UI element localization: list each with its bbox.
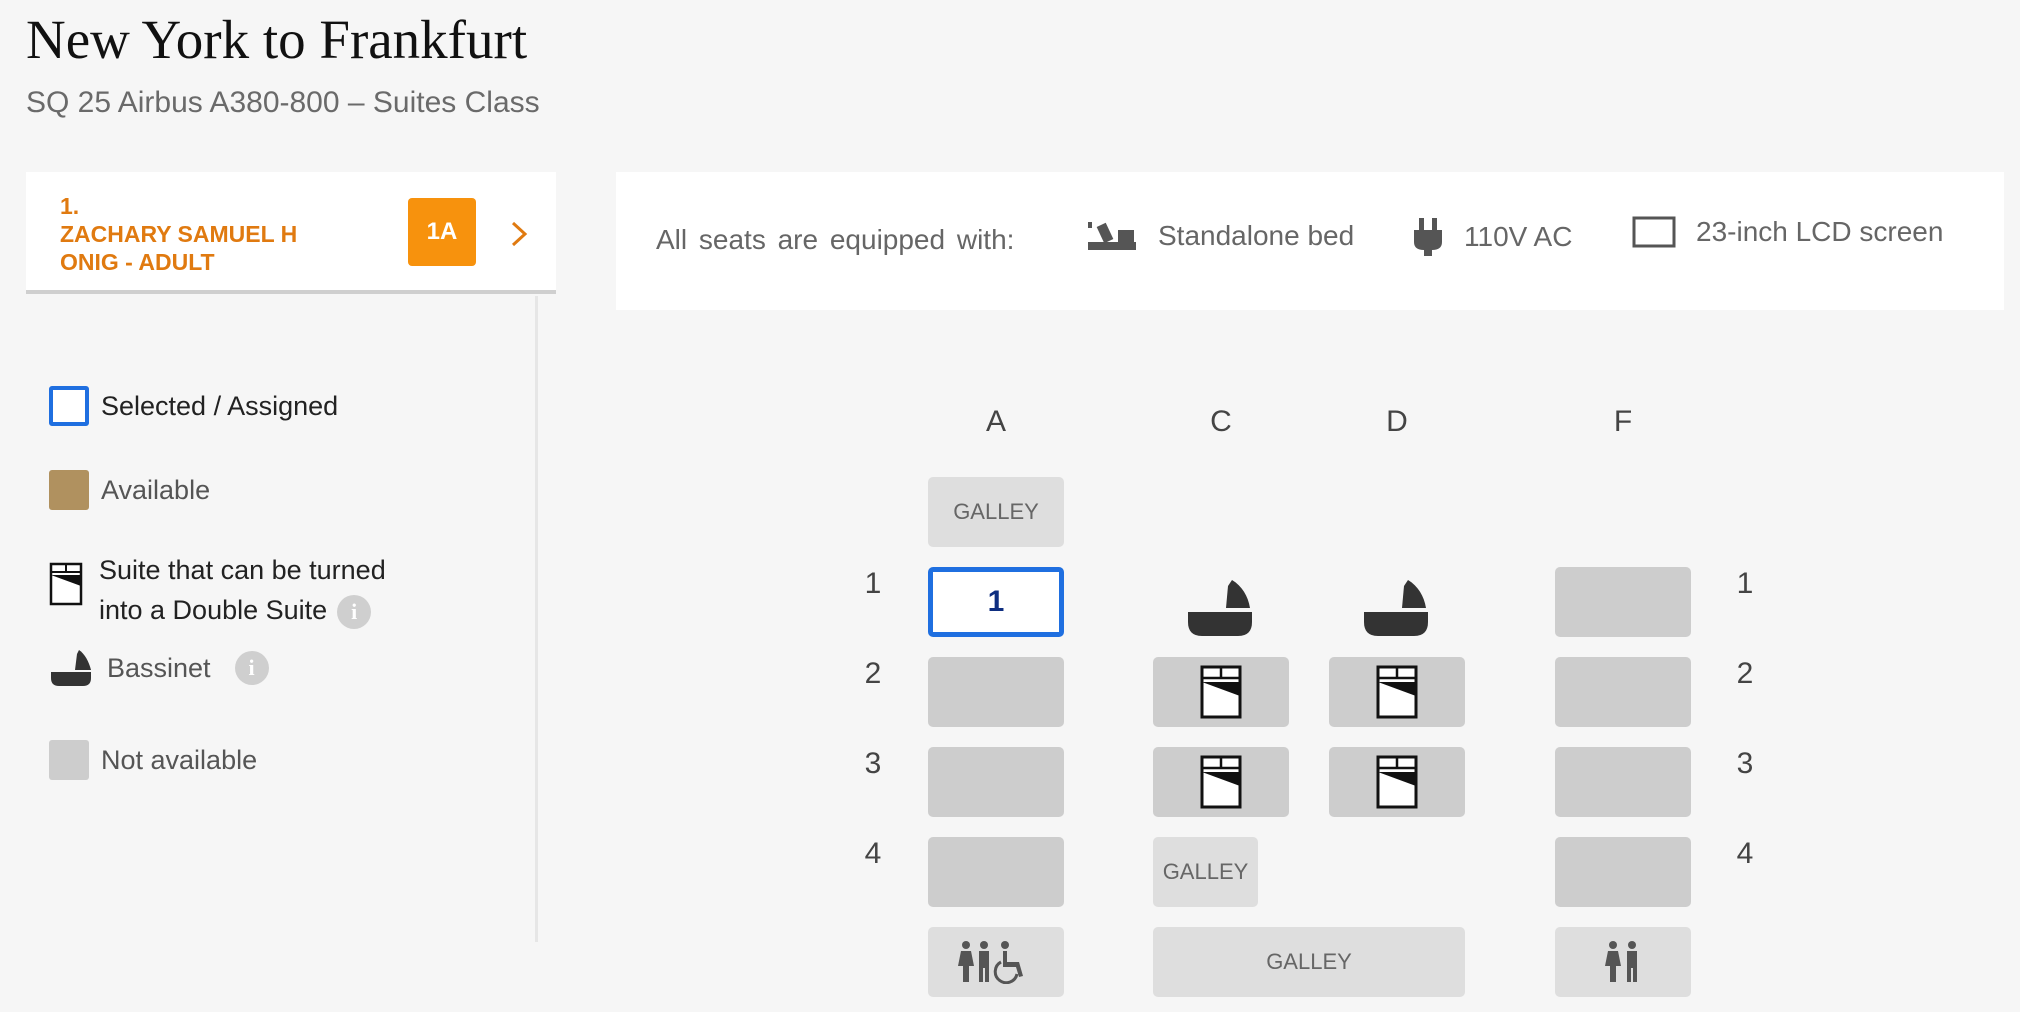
bassinet-icon-1d bbox=[1364, 580, 1428, 636]
double-suite-icon bbox=[49, 562, 83, 606]
legend-not-available: Not available bbox=[49, 740, 257, 780]
row-2-label-left: 2 bbox=[864, 657, 882, 690]
galley-front: GALLEY bbox=[928, 477, 1064, 547]
flight-subtitle: SQ 25 Airbus A380-800 – Suites Class bbox=[26, 86, 540, 119]
amenity-screen-label: 23-inch LCD screen bbox=[1696, 216, 1944, 247]
amenities-bar: All seats are equipped with: Standalone … bbox=[616, 172, 2004, 310]
seat-2d[interactable] bbox=[1329, 657, 1465, 727]
amenity-power: 110V AC bbox=[1412, 216, 1572, 258]
chevron-right-icon[interactable] bbox=[504, 218, 534, 250]
row-1-label-right: 1 bbox=[1736, 567, 1754, 600]
power-plug-icon bbox=[1414, 218, 1442, 256]
double-suite-icon bbox=[1376, 755, 1418, 809]
lavatory bbox=[1555, 927, 1691, 997]
bassinet-info-icon[interactable]: i bbox=[234, 651, 269, 685]
lavatory-accessible bbox=[928, 927, 1064, 997]
double-suite-icon bbox=[1200, 665, 1242, 719]
legend-available-label: Available bbox=[101, 474, 211, 505]
legend-available: Available bbox=[49, 470, 210, 510]
bed-icon bbox=[1088, 222, 1136, 250]
double-suite-icon bbox=[1200, 755, 1242, 809]
seat-2f[interactable] bbox=[1555, 657, 1691, 727]
amenities-lead: All seats are equipped with: bbox=[656, 224, 1015, 255]
column-d-label: D bbox=[1386, 405, 1408, 438]
row-2-label-right: 2 bbox=[1736, 657, 1754, 690]
screen-icon bbox=[1632, 216, 1676, 248]
seat-2a[interactable] bbox=[928, 657, 1064, 727]
bassinet-icon bbox=[51, 650, 91, 686]
available-swatch bbox=[49, 470, 89, 510]
seat-3c[interactable] bbox=[1153, 747, 1289, 817]
passenger-name-line1: ZACHARY SAMUEL H bbox=[60, 221, 298, 247]
galley-rear: GALLEY bbox=[1153, 927, 1465, 997]
seat-4f[interactable] bbox=[1555, 837, 1691, 907]
column-f-label: F bbox=[1613, 405, 1633, 438]
row-4-label-left: 4 bbox=[864, 837, 882, 870]
seat-2c[interactable] bbox=[1153, 657, 1289, 727]
amenity-bed-label: Standalone bed bbox=[1158, 220, 1355, 251]
selected-swatch bbox=[49, 386, 89, 426]
column-a-label: A bbox=[985, 405, 1006, 438]
seat-3a[interactable] bbox=[928, 747, 1064, 817]
double-suite-icon bbox=[1376, 665, 1418, 719]
restroom-icon bbox=[1605, 941, 1637, 982]
passenger-name: 1. ZACHARY SAMUEL H ONIG - ADULT bbox=[60, 192, 350, 276]
seat-4a[interactable] bbox=[928, 837, 1064, 907]
sidebar-divider bbox=[535, 296, 538, 942]
page-title: New York to Frankfurt bbox=[26, 9, 528, 70]
bassinet-icon-1c bbox=[1188, 580, 1252, 636]
not-available-swatch bbox=[49, 740, 89, 780]
row-1-label-left: 1 bbox=[864, 567, 882, 600]
legend-double-suite-line1: Suite that can be turned bbox=[99, 555, 386, 585]
amenity-power-label: 110V AC bbox=[1464, 221, 1573, 252]
legend-double-suite-line2: into a Double Suite bbox=[99, 595, 328, 625]
row-3-label-right: 3 bbox=[1736, 747, 1754, 780]
amenity-bed: Standalone bed bbox=[1086, 216, 1354, 256]
legend-bassinet-label: Bassinet bbox=[107, 652, 211, 683]
row-4-label-right: 4 bbox=[1736, 837, 1754, 870]
legend-bassinet: Bassinet i bbox=[49, 648, 269, 688]
legend-selected-label: Selected / Assigned bbox=[101, 390, 339, 421]
legend-selected: Selected / Assigned bbox=[49, 386, 338, 426]
seat-3d[interactable] bbox=[1329, 747, 1465, 817]
amenity-screen: 23-inch LCD screen bbox=[1632, 216, 1943, 248]
seat-1a[interactable]: 1 bbox=[928, 567, 1064, 637]
column-c-label: C bbox=[1210, 405, 1232, 438]
passenger-number: 1. bbox=[60, 193, 80, 219]
passenger-card[interactable]: 1. ZACHARY SAMUEL H ONIG - ADULT 1A bbox=[26, 172, 556, 294]
passenger-seat-badge[interactable]: 1A bbox=[408, 198, 476, 266]
legend-not-available-label: Not available bbox=[101, 744, 258, 775]
seat-1f[interactable] bbox=[1555, 567, 1691, 637]
row-3-label-left: 3 bbox=[864, 747, 882, 780]
galley-row4: GALLEY bbox=[1153, 837, 1258, 907]
passenger-name-line2: ONIG - ADULT bbox=[60, 249, 215, 275]
accessible-restroom-icon bbox=[958, 941, 1023, 984]
legend-double-suite: Suite that can be turned into a Double S… bbox=[49, 550, 386, 630]
seat-3f[interactable] bbox=[1555, 747, 1691, 817]
double-suite-info-icon[interactable]: i bbox=[337, 594, 372, 629]
